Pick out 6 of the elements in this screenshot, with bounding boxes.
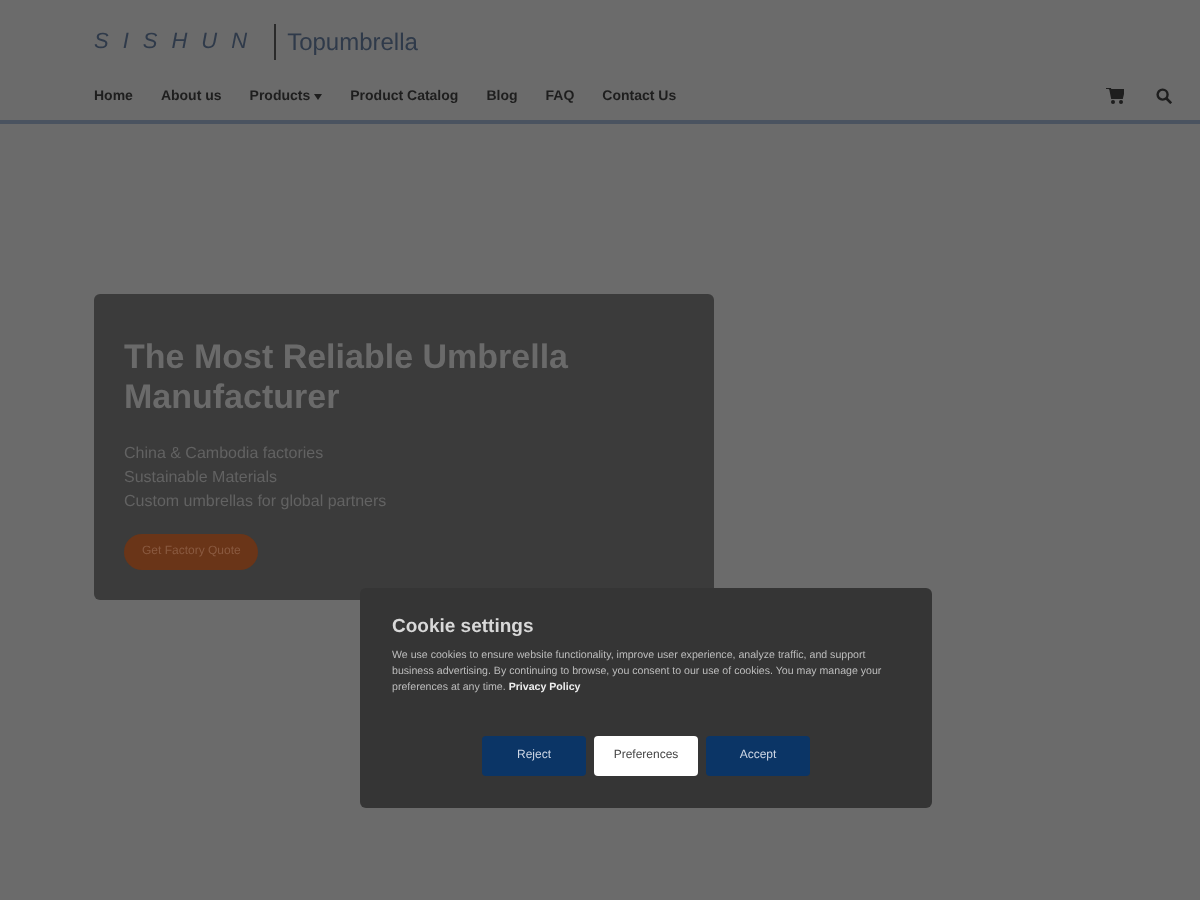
caret-icon (314, 93, 323, 99)
dialog-title: Cookie settings (392, 616, 536, 638)
search-icon[interactable] (1156, 88, 1172, 104)
brand-logo-text[interactable]: SISHUN (94, 30, 262, 54)
sub-brand-logo-text[interactable]: Topumbrella (287, 28, 418, 56)
cart-icon[interactable] (1106, 88, 1124, 104)
